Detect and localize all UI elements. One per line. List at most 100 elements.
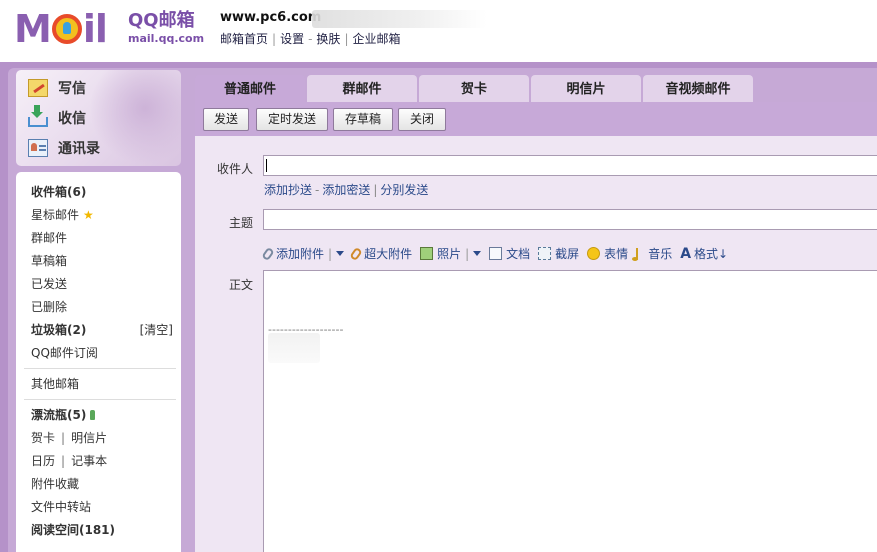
chevron-down-icon[interactable] (336, 251, 345, 256)
emoji-label: 表情 (604, 247, 629, 261)
folder-spam[interactable]: 垃圾箱(2) (31, 321, 86, 338)
large-attachment-button[interactable]: 超大附件 (349, 245, 413, 262)
emoji-button[interactable]: 表情 (587, 245, 628, 262)
separate-send-link[interactable]: 分别发送 (380, 183, 428, 197)
header: Mil QQ邮箱 mail.qq.com www.pc6.com 邮箱首页 | 设置… (0, 0, 877, 62)
qq-mail-logo[interactable]: Mil (14, 7, 108, 51)
link-postcard[interactable]: 明信片 (71, 431, 107, 445)
format-button[interactable]: A 格式↓ (680, 245, 728, 262)
top-links: 邮箱首页 | 设置 - 换肤 | 企业邮箱 (220, 32, 401, 46)
quick-actions: 写信 收信 通讯录 (16, 70, 181, 166)
save-draft-button[interactable]: 存草稿 (333, 108, 393, 131)
folder-reading[interactable]: 阅读空间(181) (31, 521, 115, 538)
tab-normal-mail[interactable]: 普通邮件 (195, 75, 305, 102)
music-note-icon (632, 247, 644, 261)
inbox-download-icon (28, 105, 48, 127)
logo-text: QQ邮箱 mail.qq.com (128, 10, 204, 46)
tab-postcard[interactable]: 明信片 (531, 75, 641, 102)
link-notebook[interactable]: 记事本 (71, 454, 107, 468)
recipient-options: 添加抄送 - 添加密送 | 分别发送 (264, 183, 429, 197)
tab-group-mail[interactable]: 群邮件 (307, 75, 417, 102)
link-mail-home[interactable]: 邮箱首页 (220, 32, 268, 46)
link-enterprise-mail[interactable]: 企业邮箱 (352, 32, 400, 46)
screenshot-label: 截屏 (555, 247, 580, 261)
receive-label: 收信 (58, 111, 86, 127)
folder-file-transfer[interactable]: 文件中转站 (31, 498, 91, 515)
add-bcc-link[interactable]: 添加密送 (322, 183, 370, 197)
link-calendar[interactable]: 日历 (31, 454, 55, 468)
tab-av-mail[interactable]: 音视频邮件 (643, 75, 753, 102)
bottle-icon (90, 410, 96, 420)
compose-toolbar: 发送 定时发送 存草稿 关闭 (195, 102, 877, 136)
add-attachment-button[interactable]: 添加附件 | (261, 245, 345, 262)
folder-group[interactable]: 群邮件 (31, 229, 67, 246)
subject-input[interactable] (263, 209, 877, 230)
message-body-editor[interactable]: ------------------- (263, 270, 877, 552)
music-button[interactable]: 音乐 (632, 245, 673, 262)
folder-cards-row: 贺卡 | 明信片 (31, 431, 108, 445)
smiley-icon (587, 247, 601, 260)
bottle-label: 漂流瓶(5) (31, 408, 87, 422)
body-label: 正文 (228, 278, 253, 292)
folder-attachments[interactable]: 附件收藏 (31, 475, 79, 492)
account-name: www.pc6.com (220, 10, 322, 25)
contacts-button[interactable]: 通讯录 (28, 138, 100, 158)
text-caret (266, 159, 267, 172)
add-cc-link[interactable]: 添加抄送 (264, 183, 312, 197)
folder-bottle[interactable]: 漂流瓶(5) (31, 406, 96, 423)
folder-list: 收件箱(6) 星标邮件 ★ 群邮件 草稿箱 已发送 已删除 垃圾箱(2) [清空]… (16, 172, 181, 552)
clear-spam-link[interactable]: [清空] (140, 321, 173, 338)
format-label: 格式↓ (694, 247, 729, 261)
link-skin[interactable]: 换肤 (316, 32, 340, 46)
contact-card-icon (28, 139, 48, 157)
add-attachment-label: 添加附件 (276, 247, 325, 261)
document-label: 文档 (506, 247, 531, 261)
pen-icon (28, 79, 48, 97)
folder-deleted[interactable]: 已删除 (31, 298, 67, 315)
folder-sent[interactable]: 已发送 (31, 275, 67, 292)
link-settings[interactable]: 设置 (280, 32, 304, 46)
redacted-email (312, 10, 487, 28)
font-format-icon: A (680, 245, 692, 262)
photo-label: 照片 (437, 247, 462, 261)
link-greeting-card[interactable]: 贺卡 (31, 431, 55, 445)
folder-calendar-row: 日历 | 记事本 (31, 454, 108, 468)
folder-subscription[interactable]: QQ邮件订阅 (31, 344, 98, 361)
screenshot-button[interactable]: 截屏 (538, 245, 579, 262)
compose-form: 收件人 添加抄送 - 添加密送 | 分别发送 主题 添加附件 | 超大附件 照片 | 文档 … (195, 136, 877, 552)
recipient-label: 收件人 (216, 162, 253, 176)
contacts-label: 通讯录 (58, 141, 100, 157)
recipient-input[interactable] (263, 155, 877, 176)
paperclip-icon (261, 246, 275, 261)
write-label: 写信 (58, 81, 86, 97)
logo-url: mail.qq.com (128, 32, 205, 45)
large-attachment-label: 超大附件 (364, 247, 413, 261)
logo-qq: QQ邮箱 (128, 10, 195, 31)
folder-starred-label: 星标邮件 (31, 208, 80, 222)
close-button[interactable]: 关闭 (398, 108, 446, 131)
screenshot-icon (538, 247, 552, 260)
music-label: 音乐 (648, 247, 673, 261)
star-icon: ★ (83, 208, 94, 222)
logo-mark: Mil (14, 7, 108, 51)
large-paperclip-icon (349, 246, 363, 261)
photo-button[interactable]: 照片 | (420, 245, 482, 262)
tab-greeting-card[interactable]: 贺卡 (419, 75, 529, 102)
folder-starred[interactable]: 星标邮件 ★ (31, 206, 94, 223)
subject-label: 主题 (228, 216, 253, 230)
document-icon (489, 247, 503, 260)
folder-drafts[interactable]: 草稿箱 (31, 252, 67, 269)
attachment-toolbar: 添加附件 | 超大附件 照片 | 文档 截屏 表情 音乐 A 格式↓ (261, 245, 736, 262)
divider (24, 399, 176, 400)
redacted-signature (268, 333, 320, 363)
chevron-down-icon[interactable] (473, 251, 482, 256)
write-button[interactable]: 写信 (28, 78, 86, 98)
receive-button[interactable]: 收信 (28, 105, 86, 128)
folder-inbox[interactable]: 收件箱(6) (31, 183, 86, 200)
photo-icon (420, 247, 434, 260)
document-button[interactable]: 文档 (489, 245, 530, 262)
timed-send-button[interactable]: 定时发送 (256, 108, 328, 131)
folder-other-mailbox[interactable]: 其他邮箱 (31, 375, 79, 392)
divider (24, 368, 176, 369)
send-button[interactable]: 发送 (203, 108, 249, 131)
